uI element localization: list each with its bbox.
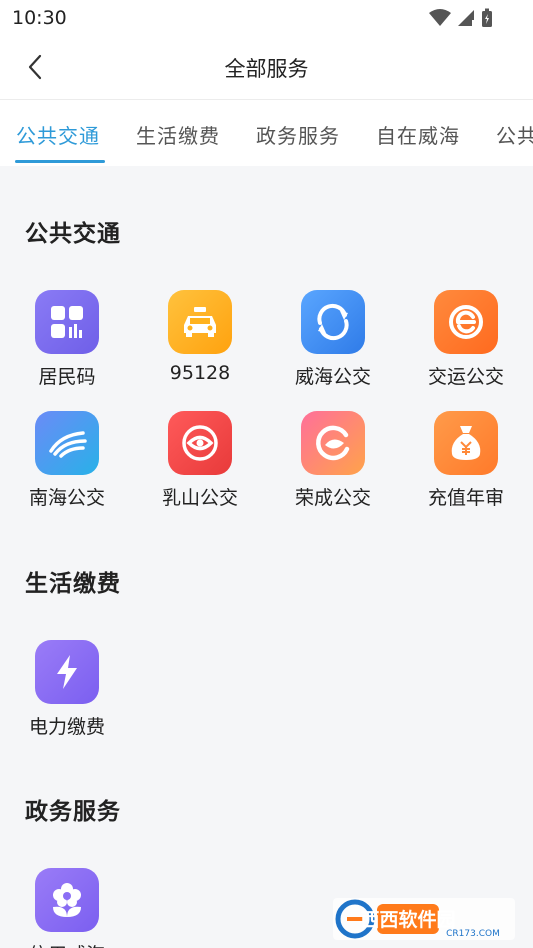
tab-indicator: [15, 160, 105, 163]
watermark-text: 西西软件园: [360, 908, 455, 931]
service-label: 居民码: [38, 366, 96, 388]
section-title-life: 生活缴费: [25, 571, 121, 597]
weihai-bus-icon: [301, 290, 365, 354]
service-label: 充值年审: [427, 487, 504, 509]
service-label: 交运公交: [427, 366, 504, 388]
watermark-logo: 西西软件园 CR173.COM: [333, 898, 515, 940]
money-bag-icon: [434, 411, 498, 475]
service-resident-code[interactable]: 居民码: [12, 290, 122, 400]
flower-icon: [35, 868, 99, 932]
service-95128[interactable]: 95128: [145, 290, 255, 400]
service-rushan-bus[interactable]: 乳山公交: [145, 411, 255, 521]
page-title: 全部服务: [224, 56, 309, 81]
service-label: 乳山公交: [161, 487, 238, 509]
service-nanhai-bus[interactable]: 南海公交: [12, 411, 122, 521]
service-label: 南海公交: [28, 487, 105, 509]
service-label: 荣成公交: [294, 487, 371, 509]
lightning-icon: [35, 640, 99, 704]
nanhai-bus-icon: [35, 411, 99, 475]
service-electricity-payment[interactable]: 电力缴费: [12, 640, 122, 750]
signal-icon: [458, 10, 474, 26]
tab-gov-services[interactable]: 政务服务: [256, 120, 340, 149]
service-credit-weihai[interactable]: 信用威海: [12, 868, 122, 948]
rushan-bus-icon: [168, 411, 232, 475]
resident-code-icon: [35, 290, 99, 354]
service-label: 95128: [169, 362, 231, 384]
service-label: 威海公交: [294, 366, 371, 388]
tab-life-payment[interactable]: 生活缴费: [136, 120, 220, 149]
service-weihai-bus[interactable]: 威海公交: [278, 290, 388, 400]
section-title-gov: 政务服务: [25, 799, 121, 825]
service-rongcheng-bus[interactable]: 荣成公交: [278, 411, 388, 521]
taxi-icon: [168, 290, 232, 354]
service-label: 信用威海: [12, 940, 122, 948]
service-recharge-review[interactable]: 充值年审: [411, 411, 521, 521]
battery-icon: [482, 8, 492, 27]
chevron-left-icon: [28, 54, 42, 80]
watermark-sub: CR173.COM: [446, 929, 500, 939]
tab-zizai-weihai[interactable]: 自在威海: [376, 120, 460, 149]
status-time: 10:30: [12, 7, 67, 29]
app-header: 全部服务: [0, 36, 533, 100]
wifi-icon: [429, 9, 451, 26]
section-title-transport: 公共交通: [25, 221, 121, 247]
back-button[interactable]: [18, 50, 52, 84]
tab-bar: 公共交通 生活缴费 政务服务 自在威海 公共: [0, 100, 533, 166]
service-jiaoyun-bus[interactable]: 交运公交: [411, 290, 521, 400]
jiaoyun-bus-icon: [434, 290, 498, 354]
status-bar: 10:30: [0, 0, 533, 36]
status-icons: [429, 8, 493, 28]
rongcheng-bus-icon: [301, 411, 365, 475]
service-label: 电力缴费: [28, 716, 105, 738]
tab-public-transport[interactable]: 公共交通: [16, 120, 100, 149]
tab-public-more[interactable]: 公共: [496, 120, 533, 149]
